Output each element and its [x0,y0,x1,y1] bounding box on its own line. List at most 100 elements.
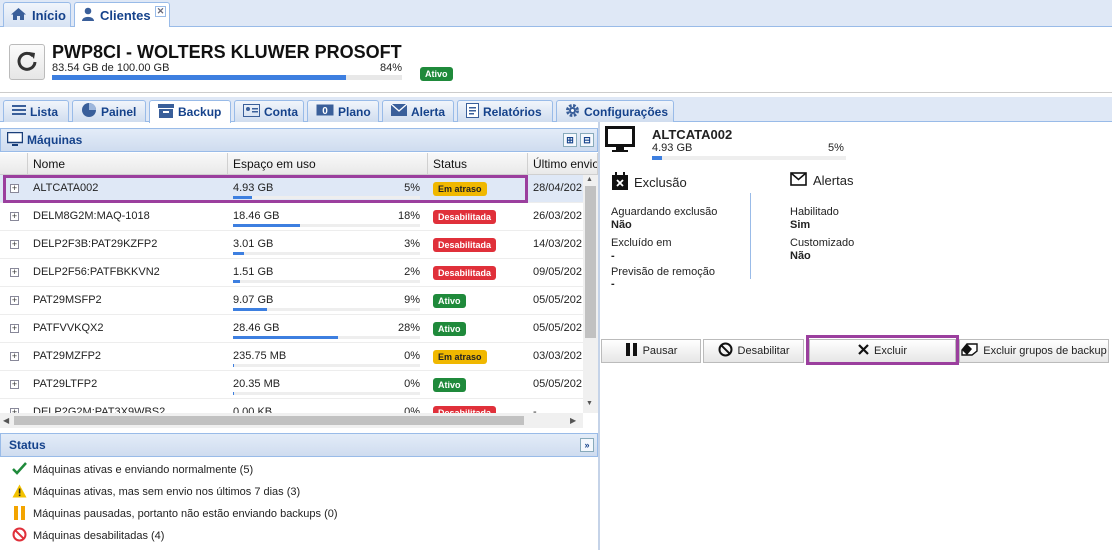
scroll-down-icon[interactable]: ▼ [586,400,593,407]
tab-inicio[interactable]: Início [3,2,71,27]
table-row[interactable]: + DELP2G2M:PAT3X9WBS2 0.00 KB 0% Desabilitad… [0,399,583,413]
expand-row-icon[interactable]: + [10,212,19,221]
machines-grid: + ALTCATA002 4.93 GB 5% Em atraso 28/04/202 + D… [0,175,583,413]
space-bar-fill [233,364,234,367]
monitor-icon [6,131,24,149]
last-sent-cell: 26/03/202 [533,210,582,222]
status-cell: Desabilitada [433,266,497,280]
tab-backup[interactable]: Backup [149,100,231,123]
section-tab-bar: Lista Painel Backup Conta 0 Plano Alerta … [0,97,1112,123]
column-header-status[interactable]: Status [428,153,528,175]
horizontal-scrollbar-thumb[interactable] [14,416,524,425]
tab-conta[interactable]: Conta [234,100,304,122]
pause-button[interactable]: Pausar [601,339,701,363]
collapse-icon[interactable]: » [580,438,594,452]
expand-row-icon[interactable]: + [10,240,19,249]
machine-usage-bar-fill [652,156,662,160]
machine-usage-bar [652,156,846,160]
space-cell: 20.35 MB [233,378,281,390]
table-row[interactable]: + PAT29MZFP2 235.75 MB 0% Em atraso 03/03/202 [0,343,583,371]
space-cell: 3.01 GB [233,238,274,250]
status-cell: Em atraso [433,350,487,364]
table-row[interactable]: + DELM8G2M:MAQ-1018 18.46 GB 18% Desabilitad… [0,203,583,231]
last-sent-cell: 05/05/202 [533,378,582,390]
panel-splitter[interactable] [598,122,600,550]
pending-exclusion-label: Aguardando exclusão [611,206,718,218]
status-badge: Desabilitada [433,210,497,224]
status-cell: Ativo [433,294,466,308]
disable-button[interactable]: Desabilitar [703,339,804,363]
tab-lista[interactable]: Lista [3,100,69,122]
grid-header: Nome Espaço em uso Status Último envio [0,153,598,175]
refresh-icon [16,50,38,75]
table-row[interactable]: + DELP2F3B:PAT29KZFP2 3.01 GB 3% Desabilitad… [0,231,583,259]
tab-clientes[interactable]: Clientes ✕ [74,2,170,28]
table-row[interactable]: + PAT29LTFP2 20.35 MB 0% Ativo 05/05/202 [0,371,583,399]
percent-cell: 2% [404,266,420,278]
column-header-last-sent[interactable]: Último envio [528,153,598,175]
scroll-left-icon[interactable]: ◀ [3,416,9,425]
id-card-icon [243,103,260,120]
tab-plano[interactable]: 0 Plano [307,100,379,122]
legend-item-active: Máquinas ativas e enviando normalmente (… [12,461,253,479]
legend-item-disabled: Máquinas desabilitadas (4) [12,527,164,545]
status-cell: Desabilitada [433,238,497,252]
machine-name-cell: DELP2F56:PATFBKKVN2 [33,266,160,278]
alerts-enabled-label: Habilitado [790,206,839,218]
scroll-right-icon[interactable]: ▶ [570,416,576,425]
status-cell: Desabilitada [433,406,497,413]
machine-name-cell: PAT29LTFP2 [33,378,98,390]
alerts-enabled-value: Sim [790,219,811,231]
expand-row-icon[interactable]: + [10,352,19,361]
scroll-up-icon[interactable]: ▲ [586,176,593,183]
exclusion-title-label: Exclusão [634,175,687,190]
space-bar [233,364,420,367]
tab-alerta[interactable]: Alerta [382,100,454,122]
tab-plano-label: Plano [338,104,371,119]
delete-backup-groups-button[interactable]: Excluir grupos de backup [959,339,1109,363]
warning-icon [12,484,27,501]
table-row[interactable]: + PATFVVKQX2 28.46 GB 28% Ativo 05/05/202 [0,315,583,343]
last-sent-cell: - [533,406,537,413]
last-sent-cell: 03/03/202 [533,350,582,362]
machine-name-cell: PAT29MZFP2 [33,350,102,362]
expander-column-header [0,153,28,175]
percent-cell: 18% [397,210,420,222]
alerts-custom-value: Não [790,250,811,262]
percent-cell: 9% [404,294,420,306]
expand-row-icon[interactable]: + [10,324,19,333]
disabled-icon [12,527,27,545]
space-cell: 9.07 GB [233,294,274,306]
excluded-at-label: Excluído em [611,237,672,249]
tab-relatorios[interactable]: Relatórios [457,100,553,122]
expand-all-icon[interactable]: ⊞ [563,133,577,147]
column-header-name[interactable]: Nome [28,153,228,175]
pause-button-label: Pausar [642,345,678,357]
list-icon [12,104,26,119]
tab-configuracoes[interactable]: Configurações [556,100,674,122]
plan-icon: 0 [316,104,334,119]
refresh-button[interactable] [9,44,45,80]
table-row[interactable]: + PAT29MSFP2 9.07 GB 9% Ativo 05/05/202 [0,287,583,315]
column-header-space[interactable]: Espaço em uso [228,153,428,175]
legend-item-delayed: Máquinas ativas, mas sem envio nos últim… [12,483,300,501]
expand-row-icon[interactable]: + [10,268,19,277]
tab-lista-label: Lista [30,104,59,119]
last-sent-cell: 09/05/202 [533,266,582,278]
close-icon[interactable]: ✕ [155,6,166,17]
tab-clientes-label: Clientes [100,8,151,23]
expand-row-icon[interactable]: + [10,380,19,389]
space-cell: 0.00 KB [233,406,273,413]
vertical-scrollbar-thumb[interactable] [585,186,596,338]
table-row[interactable]: + DELP2F56:PATFBKKVN2 1.51 GB 2% Desabilitad… [0,259,583,287]
legend-text: Máquinas ativas e enviando normalmente (… [33,464,254,476]
space-bar [233,280,420,283]
tab-painel[interactable]: Painel [72,100,146,122]
space-cell: 1.51 GB [233,266,274,278]
alerts-title-label: Alertas [813,173,854,188]
machine-name-cell: DELP2G2M:PAT3X9WBS2 [33,406,166,413]
legend-text: Máquinas pausadas, portanto não estão en… [33,508,338,520]
expand-row-icon[interactable]: + [10,296,19,305]
collapse-all-icon[interactable]: ⊟ [580,133,594,147]
percent-cell: 0% [404,350,420,362]
